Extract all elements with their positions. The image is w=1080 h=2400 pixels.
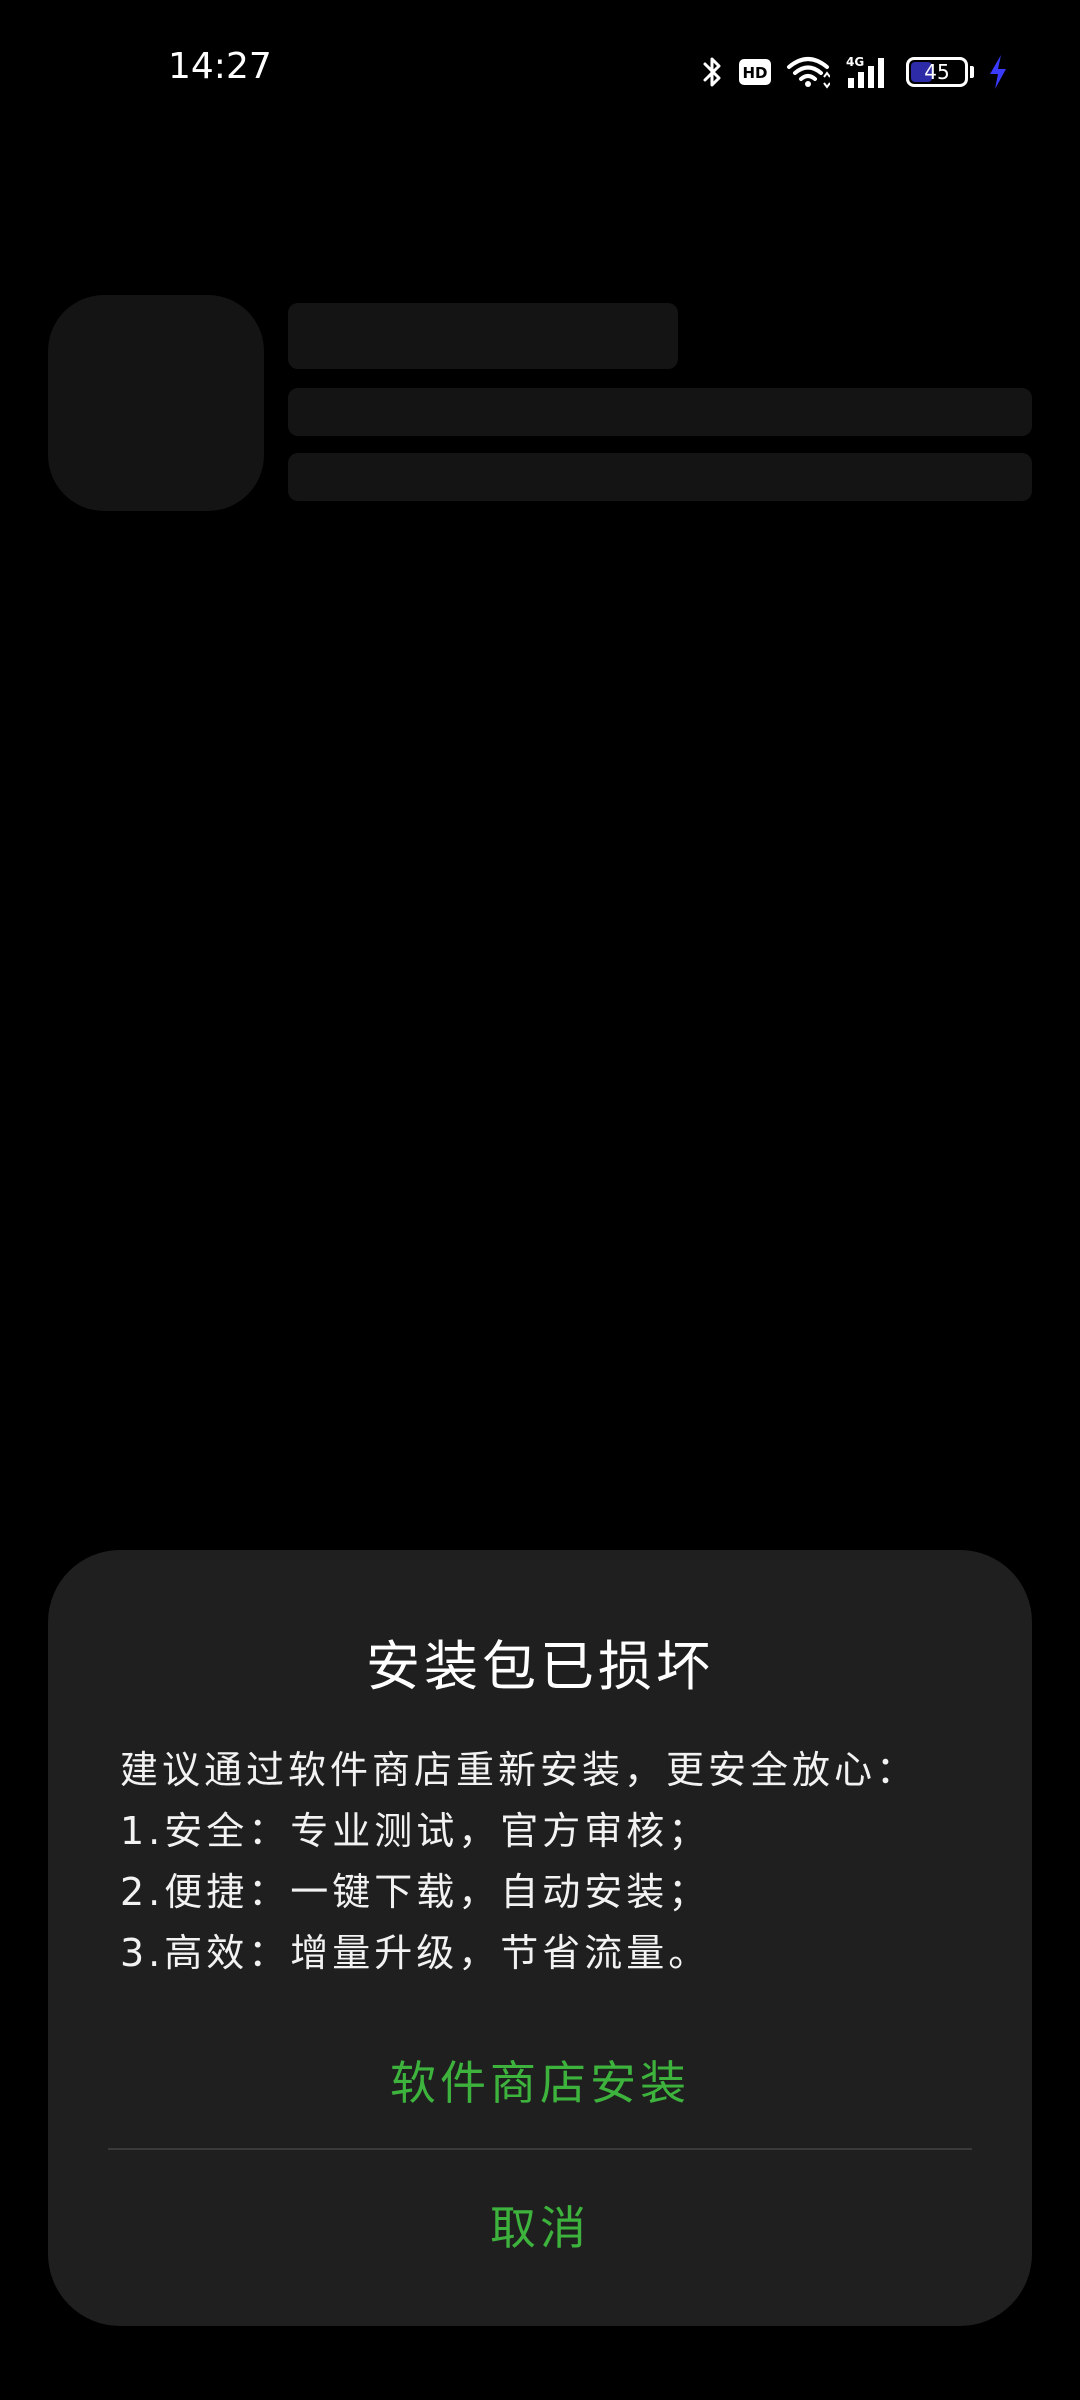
dialog-title: 安装包已损坏 (366, 1635, 714, 1698)
screen: 14:27 HD 4G 45 安装包已损坏 建议通过软件商店重新安装，更安全放心… (0, 0, 1080, 2400)
charging-icon (988, 54, 1008, 90)
hd-icon: HD (738, 58, 772, 86)
dialog-divider (108, 2148, 972, 2150)
app-info-placeholder (288, 388, 1032, 436)
status-time: 14:27 (168, 46, 272, 87)
dialog-message: 建议通过软件商店重新安装，更安全放心： 1.安全：专业测试，官方审核； 2.便捷… (120, 1740, 980, 1984)
app-store-install-button[interactable]: 软件商店安装 (48, 2030, 1032, 2130)
status-bar: 14:27 HD 4G 45 (0, 0, 1080, 140)
app-info-placeholder-2 (288, 453, 1032, 501)
cancel-button[interactable]: 取消 (48, 2170, 1032, 2280)
dialog-message-line: 1.安全：专业测试，官方审核； (120, 1809, 711, 1853)
dialog-message-line: 3.高效：增量升级，节省流量。 (120, 1931, 711, 1975)
battery-icon: 45 (906, 57, 974, 87)
app-name-placeholder (288, 303, 678, 369)
dialog-message-line: 2.便捷：一键下载，自动安装； (120, 1870, 711, 1914)
dialog-message-line: 建议通过软件商店重新安装，更安全放心： (120, 1748, 919, 1792)
damaged-package-dialog: 安装包已损坏 建议通过软件商店重新安装，更安全放心： 1.安全：专业测试，官方审… (48, 1550, 1032, 2326)
status-icons: HD 4G 45 (702, 50, 1008, 94)
svg-text:4G: 4G (846, 55, 864, 69)
svg-text:HD: HD (742, 64, 767, 82)
bluetooth-icon (702, 55, 724, 89)
app-icon-placeholder (48, 295, 264, 511)
battery-level: 45 (924, 60, 950, 84)
signal-4g-icon: 4G (844, 54, 892, 90)
wifi-icon (786, 55, 830, 89)
battery-body: 45 (906, 57, 968, 87)
battery-tip (970, 66, 974, 78)
